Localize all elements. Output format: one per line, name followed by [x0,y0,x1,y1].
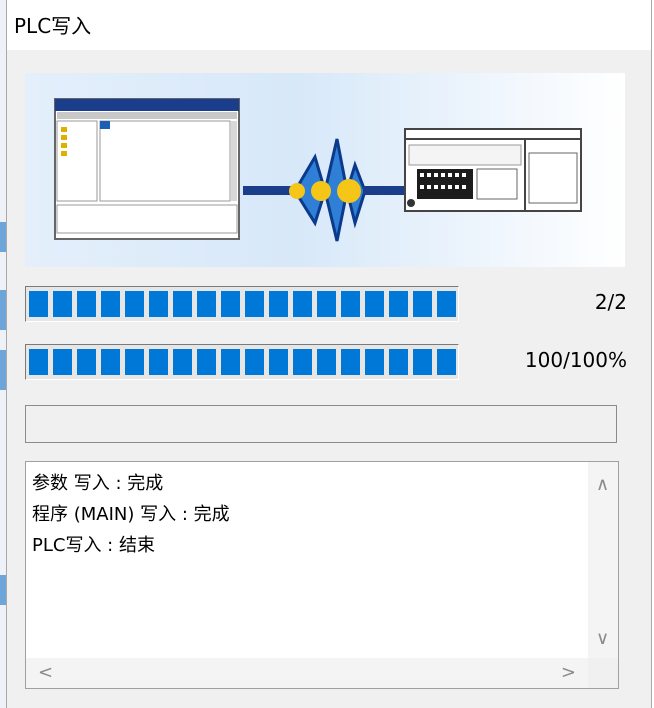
plc-device-icon [404,128,582,212]
scrollbar-corner [588,658,618,688]
progress-segment [125,349,144,375]
log-output[interactable]: 参数 写入 : 完成 程序 (MAIN) 写入 : 完成 PLC写入 : 结束 … [25,461,619,689]
progress-segment [221,349,240,375]
scroll-up-icon[interactable]: ∧ [596,476,609,494]
progress-segment [77,349,96,375]
pc-window-icon [54,98,240,240]
log-line: 参数 写入 : 完成 [32,473,164,494]
progress-segment [173,349,192,375]
progress-segment [413,291,432,317]
progress-segment [341,291,360,317]
log-lines: 参数 写入 : 完成 程序 (MAIN) 写入 : 完成 PLC写入 : 结束 [32,468,230,561]
progress-segment [197,291,216,317]
log-line: PLC写入 : 结束 [32,535,155,556]
total-progress-bar [25,286,459,322]
transfer-illustration [25,73,625,267]
progress-segment [437,291,456,317]
progress-segment [293,349,312,375]
progress-segment [365,349,384,375]
progress-segment [341,349,360,375]
plc-write-dialog: PLC写入 2/2 100/100% 参数 写入: 完成 程序 (MAIN) … [6,0,652,708]
progress-segment [125,291,144,317]
progress-segment [365,291,384,317]
status-field [25,405,617,443]
scroll-right-icon[interactable]: > [561,664,576,682]
horizontal-scrollbar[interactable]: < > [26,658,588,688]
progress-segment [221,291,240,317]
progress-segment [317,349,336,375]
progress-segment [29,291,48,317]
progress-segment [293,291,312,317]
signal-bolt-icon [289,138,367,242]
progress-segment [77,291,96,317]
progress-segment [437,349,456,375]
percent-progress-label: 100/100% [524,348,627,372]
progress-segment [269,291,288,317]
progress-segment [173,291,192,317]
scroll-down-icon[interactable]: ∨ [596,630,609,648]
scroll-left-icon[interactable]: < [38,664,53,682]
vertical-scrollbar[interactable]: ∧ ∨ [588,462,618,658]
progress-segment [53,349,72,375]
window-title: PLC写入 [14,14,92,38]
progress-fill [29,349,456,375]
progress-fill [29,291,456,317]
progress-segment [269,349,288,375]
progress-segment [101,349,120,375]
progress-segment [413,349,432,375]
progress-segment [197,349,216,375]
progress-segment [389,291,408,317]
progress-segment [245,349,264,375]
percent-progress-bar [25,344,459,380]
progress-segment [29,349,48,375]
progress-segment [317,291,336,317]
log-line: 程序 (MAIN) 写入 : 完成 [32,504,230,525]
progress-segment [101,291,120,317]
progress-segment [389,349,408,375]
total-progress-label: 2/2 [594,290,627,314]
progress-segment [149,291,168,317]
progress-segment [245,291,264,317]
progress-segment [149,349,168,375]
title-bar[interactable]: PLC写入 [7,0,651,50]
progress-segment [53,291,72,317]
